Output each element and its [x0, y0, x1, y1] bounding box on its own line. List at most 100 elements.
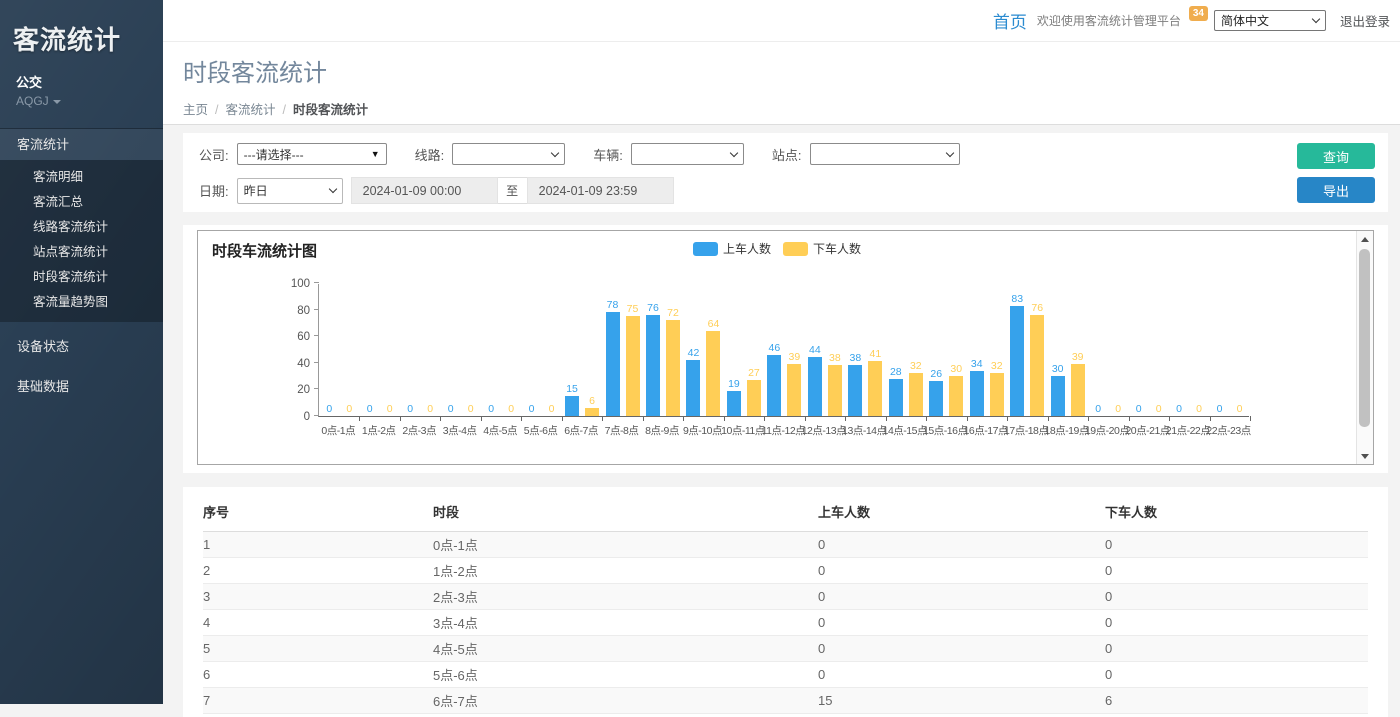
legend-item[interactable]: 上车人数 [693, 240, 771, 257]
date-to-input[interactable]: 2024-01-09 23:59 [527, 177, 674, 204]
query-button[interactable]: 查询 [1297, 143, 1375, 169]
x-axis-tick-mark [1048, 416, 1049, 421]
welcome-text: 欢迎使用客流统计管理平台 [1037, 12, 1181, 29]
arrow-up-icon [1361, 237, 1369, 242]
sidebar-item[interactable]: 客流量趋势图 [0, 290, 163, 315]
sidebar: 客流统计 公交 AQGJ 客流统计客流明细客流汇总线路客流统计站点客流统计时段客… [0, 0, 163, 704]
scroll-down-arrow[interactable] [1357, 448, 1373, 464]
bar-column-alighting: 0 [1111, 403, 1125, 416]
chart-category-group: 00 [1209, 403, 1249, 416]
bar-boarding [889, 379, 903, 416]
y-axis-tick-mark [314, 335, 319, 336]
language-select[interactable]: 简体中文 [1214, 10, 1326, 31]
table-cell: 3 [203, 584, 433, 610]
bar-column-alighting: 6 [585, 395, 599, 416]
home-link[interactable]: 首页 [993, 8, 1027, 33]
x-axis-tick-label: 20点-21点 [1127, 423, 1167, 438]
breadcrumb-link[interactable]: 客流统计 [226, 103, 276, 117]
sidebar-section-2[interactable]: 基础数据 [0, 371, 163, 402]
bar-value-label: 0 [1217, 403, 1223, 415]
table-cell: 0 [818, 584, 1105, 610]
content: 公司: ---请选择--- ▼ 线路: 车辆: 站点: [163, 125, 1400, 717]
table-row: 54点-5点00 [203, 636, 1368, 662]
x-axis-tick-mark [521, 416, 522, 421]
station-select[interactable] [810, 143, 960, 165]
legend-label: 下车人数 [813, 240, 861, 257]
table-cell: 0 [818, 558, 1105, 584]
bar-value-label: 0 [1136, 403, 1142, 415]
bar-alighting [868, 361, 882, 416]
company-select[interactable]: ---请选择--- ▼ [237, 143, 387, 165]
notification-badge[interactable]: 34 [1189, 6, 1208, 21]
chart-category-group: 4639 [764, 342, 804, 416]
bar-column-boarding: 0 [525, 403, 539, 416]
date-preset-select[interactable]: 昨日 [237, 178, 343, 204]
date-from-input[interactable]: 2024-01-09 00:00 [351, 177, 498, 204]
bar-column-alighting: 0 [1233, 403, 1247, 416]
sidebar-item[interactable]: 站点客流统计 [0, 240, 163, 265]
x-axis-tick-mark [1250, 416, 1251, 421]
bar-boarding [565, 396, 579, 416]
table-cell: 6 [1105, 688, 1368, 714]
bar-column-boarding: 0 [322, 403, 336, 416]
sidebar-item[interactable]: 客流明细 [0, 165, 163, 190]
scrollbar-thumb[interactable] [1359, 249, 1370, 427]
table-row: 21点-2点00 [203, 558, 1368, 584]
y-axis-tick-mark [314, 388, 319, 389]
bar-boarding [646, 315, 660, 416]
table-column-header: 时段 [433, 497, 818, 532]
bar-column-alighting: 32 [990, 360, 1004, 416]
bar-column-boarding: 0 [1132, 403, 1146, 416]
bar-value-label: 38 [849, 352, 861, 364]
bar-boarding [727, 391, 741, 416]
x-axis-tick-label: 15点-16点 [925, 423, 965, 438]
vehicle-label: 车辆: [593, 145, 623, 164]
bar-column-alighting: 72 [666, 307, 680, 416]
sidebar-section-1[interactable]: 设备状态 [0, 331, 163, 362]
x-axis-tick-mark [967, 416, 968, 421]
bar-column-alighting: 38 [828, 352, 842, 416]
table-cell: 7 [203, 688, 433, 714]
bar-column-boarding: 83 [1010, 293, 1024, 416]
sidebar-section-0[interactable]: 客流统计 [0, 129, 163, 160]
bar-column-alighting: 76 [1030, 302, 1044, 416]
org-name: 公交 [0, 57, 163, 91]
bar-value-label: 0 [529, 403, 535, 415]
scroll-up-arrow[interactable] [1357, 231, 1373, 247]
line-select[interactable] [452, 143, 565, 165]
table-row: 43点-4点00 [203, 610, 1368, 636]
breadcrumb-link[interactable]: 主页 [183, 103, 208, 117]
bar-column-boarding: 0 [1091, 403, 1105, 416]
bar-value-label: 28 [890, 366, 902, 378]
bar-value-label: 41 [869, 348, 881, 360]
bar-alighting [1030, 315, 1044, 416]
x-axis-tick-label: 16点-17点 [966, 423, 1006, 438]
bar-column-alighting: 0 [1152, 403, 1166, 416]
bar-value-label: 6 [589, 395, 595, 407]
table-cell: 5 [203, 636, 433, 662]
org-code-dropdown[interactable]: AQGJ [0, 91, 163, 108]
logout-link[interactable]: 退出登录 [1340, 11, 1390, 30]
bar-column-alighting: 32 [909, 360, 923, 416]
bar-value-label: 0 [488, 403, 494, 415]
chart-frame: 时段车流统计图 上车人数下车人数 00000000000015678757672… [197, 230, 1374, 465]
chart-category-group: 00 [481, 403, 521, 416]
sidebar-item[interactable]: 线路客流统计 [0, 215, 163, 240]
bar-column-alighting: 64 [706, 318, 720, 416]
x-axis-tick-mark [926, 416, 927, 421]
bar-alighting [666, 320, 680, 416]
bar-boarding [970, 371, 984, 416]
sidebar-item[interactable]: 客流汇总 [0, 190, 163, 215]
table-cell: 5点-6点 [433, 662, 818, 688]
bar-value-label: 0 [1095, 403, 1101, 415]
bar-value-label: 30 [950, 363, 962, 375]
chart-vertical-scrollbar[interactable] [1356, 231, 1373, 464]
bar-value-label: 39 [1072, 351, 1084, 363]
bar-column-boarding: 0 [1172, 403, 1186, 416]
x-axis-tick-mark [440, 416, 441, 421]
vehicle-select[interactable] [631, 143, 744, 165]
legend-item[interactable]: 下车人数 [783, 240, 861, 257]
bar-column-alighting: 39 [1071, 351, 1085, 416]
export-button[interactable]: 导出 [1297, 177, 1375, 203]
sidebar-item[interactable]: 时段客流统计 [0, 265, 163, 290]
